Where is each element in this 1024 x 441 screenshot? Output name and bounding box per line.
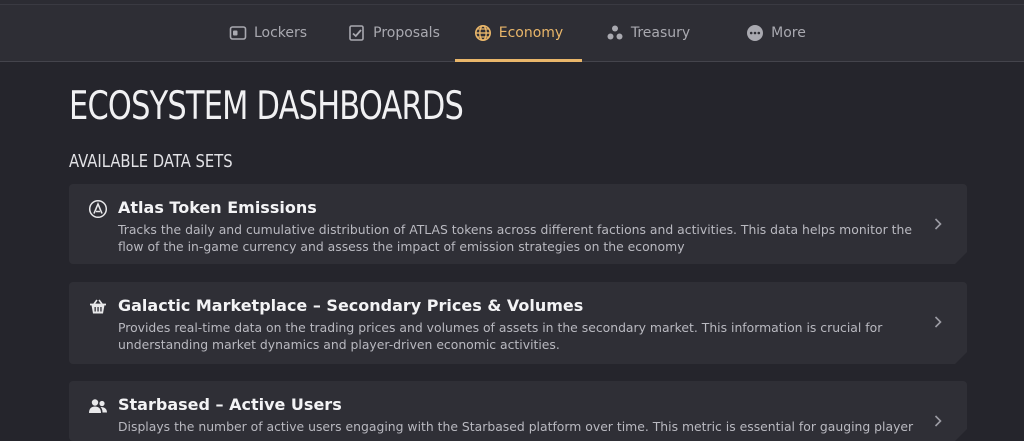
tab-treasury[interactable]: Treasury xyxy=(600,5,696,61)
top-nav: Lockers Proposals Economy Treasury More xyxy=(0,5,1024,62)
tab-label: Treasury xyxy=(630,25,691,41)
chevron-right-icon xyxy=(931,413,945,427)
tab-label: Proposals xyxy=(373,25,440,41)
basket-icon xyxy=(88,297,108,317)
tab-lockers[interactable]: Lockers xyxy=(222,5,314,61)
wallet-icon xyxy=(229,24,247,42)
dataset-card-atlas-emissions[interactable]: Atlas Token Emissions Tracks the daily a… xyxy=(69,184,967,264)
globe-icon xyxy=(474,24,492,42)
chevron-right-icon xyxy=(931,314,945,328)
card-title: Atlas Token Emissions xyxy=(118,198,317,217)
card-description: Provides real-time data on the trading p… xyxy=(118,320,883,352)
nav-tabs: Lockers Proposals Economy Treasury More xyxy=(0,5,1024,62)
page-title: ECOSYSTEM DASHBOARDS xyxy=(69,84,464,129)
tab-label: More xyxy=(771,25,806,41)
chevron-right-icon xyxy=(931,216,945,230)
dataset-card-starbased-users[interactable]: Starbased – Active Users Displays the nu… xyxy=(69,381,967,441)
checklist-icon xyxy=(348,24,366,42)
tab-label: Lockers xyxy=(253,25,308,41)
card-title: Starbased – Active Users xyxy=(118,395,342,414)
users-icon xyxy=(88,396,108,416)
card-description: Tracks the daily and cumulative distribu… xyxy=(118,222,912,254)
coins-icon xyxy=(606,24,624,42)
atlas-icon xyxy=(88,199,108,219)
card-title: Galactic Marketplace – Secondary Prices … xyxy=(118,296,584,315)
section-title: AVAILABLE DATA SETS xyxy=(69,151,233,172)
more-icon xyxy=(746,24,764,42)
card-description: Displays the number of active users enga… xyxy=(118,419,914,434)
tab-label: Economy xyxy=(498,25,564,41)
tab-proposals[interactable]: Proposals xyxy=(344,5,444,61)
tab-economy[interactable]: Economy xyxy=(455,5,582,62)
tab-more[interactable]: More xyxy=(740,5,812,61)
dataset-card-galactic-marketplace[interactable]: Galactic Marketplace – Secondary Prices … xyxy=(69,282,967,364)
